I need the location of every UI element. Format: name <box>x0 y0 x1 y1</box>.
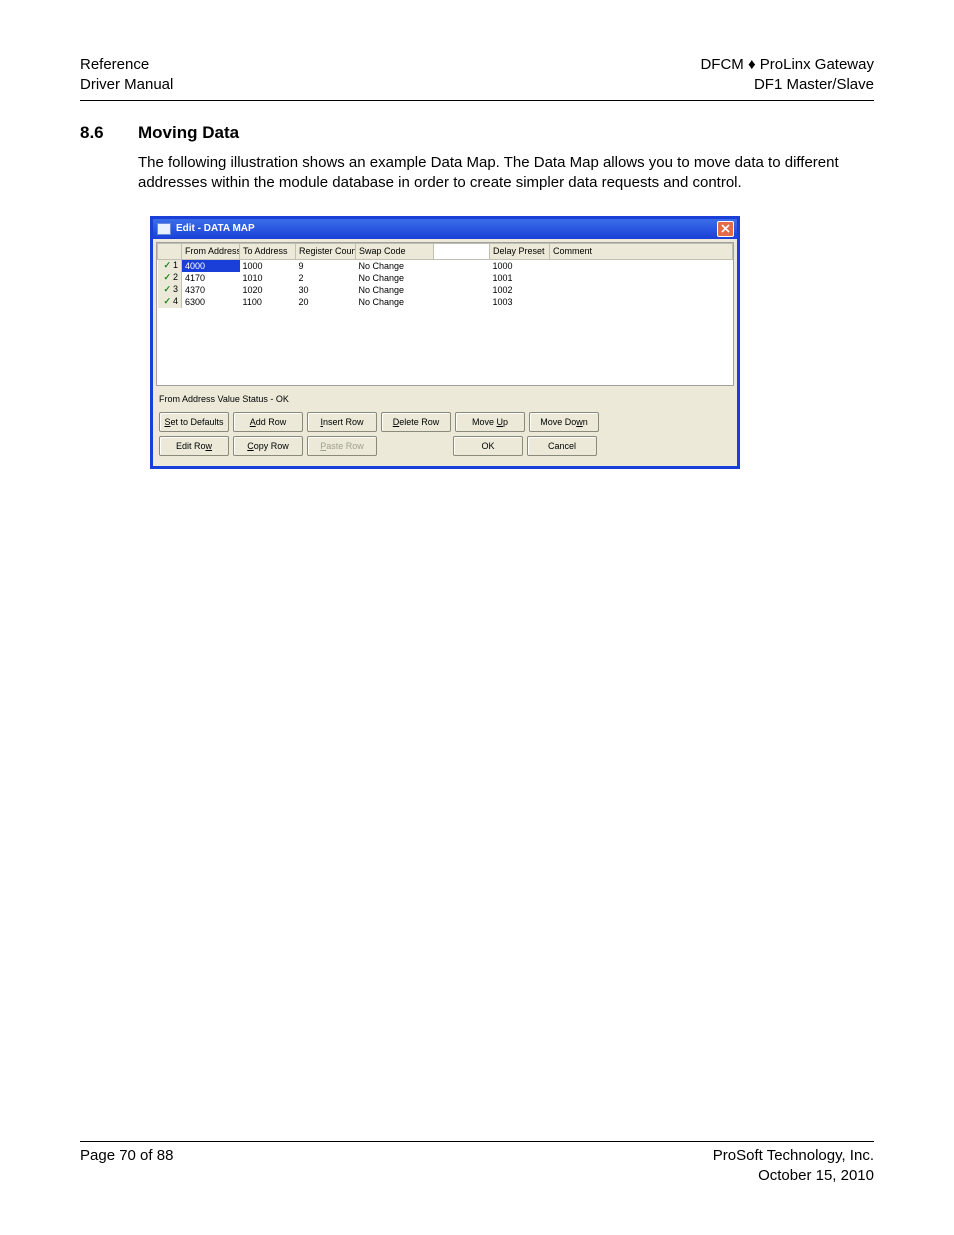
add-row-button[interactable]: Add Row <box>233 412 303 432</box>
header-right-1: DFCM ♦ ProLinx Gateway <box>700 55 874 75</box>
dialog-titlebar[interactable]: Edit - DATA MAP <box>153 219 737 239</box>
cell-swap-code[interactable]: No Change <box>356 296 434 308</box>
header-right-2: DF1 Master/Slave <box>700 75 874 95</box>
cell-to-address[interactable]: 1000 <box>240 259 296 272</box>
cell-to-address[interactable]: 1100 <box>240 296 296 308</box>
cell-to-address[interactable]: 1010 <box>240 272 296 284</box>
row-index: ✓2 <box>158 272 182 284</box>
cell-from-address[interactable]: 4370 <box>182 284 240 296</box>
page-footer: Page 70 of 88 ProSoft Technology, Inc. O… <box>80 1146 874 1185</box>
status-text: From Address Value Status - OK <box>159 394 731 404</box>
row-index: ✓4 <box>158 296 182 308</box>
cell-from-address[interactable]: 4000 <box>182 259 240 272</box>
col-header-index <box>158 243 182 259</box>
header-left-1: Reference <box>80 55 173 75</box>
table-row[interactable]: ✓34370102030No Change 1002 <box>158 284 733 296</box>
row-index: ✓1 <box>158 259 182 272</box>
cell-register-count[interactable]: 20 <box>296 296 356 308</box>
grid-header-row: From Address To Address Register Count S… <box>158 243 733 259</box>
section-title: Moving Data <box>138 123 239 143</box>
cell-register-count[interactable]: 2 <box>296 272 356 284</box>
dialog-title: Edit - DATA MAP <box>176 223 717 234</box>
cell-comment[interactable] <box>550 272 733 284</box>
section-body: The following illustration shows an exam… <box>138 153 874 194</box>
cell-delay-preset[interactable]: 1003 <box>490 296 550 308</box>
header-left-2: Driver Manual <box>80 75 173 95</box>
row-index: ✓3 <box>158 284 182 296</box>
cell-delay-preset[interactable]: 1001 <box>490 272 550 284</box>
footer-left: Page 70 of 88 <box>80 1146 173 1185</box>
paste-row-button: Paste Row <box>307 436 377 456</box>
cell-to-address[interactable]: 1020 <box>240 284 296 296</box>
col-header-from[interactable]: From Address <box>182 243 240 259</box>
edit-data-map-dialog: Edit - DATA MAP <box>150 216 740 469</box>
col-header-delay[interactable]: Delay Preset <box>490 243 550 259</box>
table-row[interactable]: ✓1400010009No Change1000 <box>158 259 733 272</box>
cell-comment[interactable] <box>550 259 733 272</box>
cell-register-count[interactable]: 30 <box>296 284 356 296</box>
footer-right-1: ProSoft Technology, Inc. <box>713 1146 874 1166</box>
cancel-button[interactable]: Cancel <box>527 436 597 456</box>
insert-row-button[interactable]: Insert Row <box>307 412 377 432</box>
table-row[interactable]: ✓2417010102No Change 1001 <box>158 272 733 284</box>
delete-row-button[interactable]: Delete Row <box>381 412 451 432</box>
data-map-grid[interactable]: From Address To Address Register Count S… <box>156 242 734 386</box>
cell-swap-code[interactable]: No Change <box>356 272 434 284</box>
cell-swap-code[interactable]: No Change <box>356 284 434 296</box>
cell-from-address[interactable]: 6300 <box>182 296 240 308</box>
close-icon[interactable] <box>717 221 734 237</box>
cell-swap-code[interactable]: No Change <box>356 259 434 272</box>
cell-delay-preset[interactable]: 1000 <box>490 259 550 272</box>
footer-right-2: October 15, 2010 <box>713 1166 874 1186</box>
header-divider <box>80 100 874 101</box>
section-number: 8.6 <box>80 123 138 143</box>
copy-row-button[interactable]: Copy Row <box>233 436 303 456</box>
edit-row-button[interactable]: Edit Row <box>159 436 229 456</box>
move-up-button[interactable]: Move Up <box>455 412 525 432</box>
set-defaults-button[interactable]: Set to Defaults <box>159 412 229 432</box>
section-heading: 8.6 Moving Data <box>80 123 874 143</box>
col-header-swap[interactable]: Swap Code <box>356 243 434 259</box>
page-header: Reference Driver Manual DFCM ♦ ProLinx G… <box>80 55 874 94</box>
cell-comment[interactable] <box>550 284 733 296</box>
window-icon <box>157 223 171 235</box>
cell-comment[interactable] <box>550 296 733 308</box>
cell-from-address[interactable]: 4170 <box>182 272 240 284</box>
col-header-comment[interactable]: Comment <box>550 243 733 259</box>
col-header-to[interactable]: To Address <box>240 243 296 259</box>
move-down-button[interactable]: Move Down <box>529 412 599 432</box>
cell-delay-preset[interactable]: 1002 <box>490 284 550 296</box>
table-row[interactable]: ✓46300110020No Change 1003 <box>158 296 733 308</box>
col-header-regcount[interactable]: Register Count <box>296 243 356 259</box>
footer-divider <box>80 1141 874 1142</box>
cell-register-count[interactable]: 9 <box>296 259 356 272</box>
ok-button[interactable]: OK <box>453 436 523 456</box>
